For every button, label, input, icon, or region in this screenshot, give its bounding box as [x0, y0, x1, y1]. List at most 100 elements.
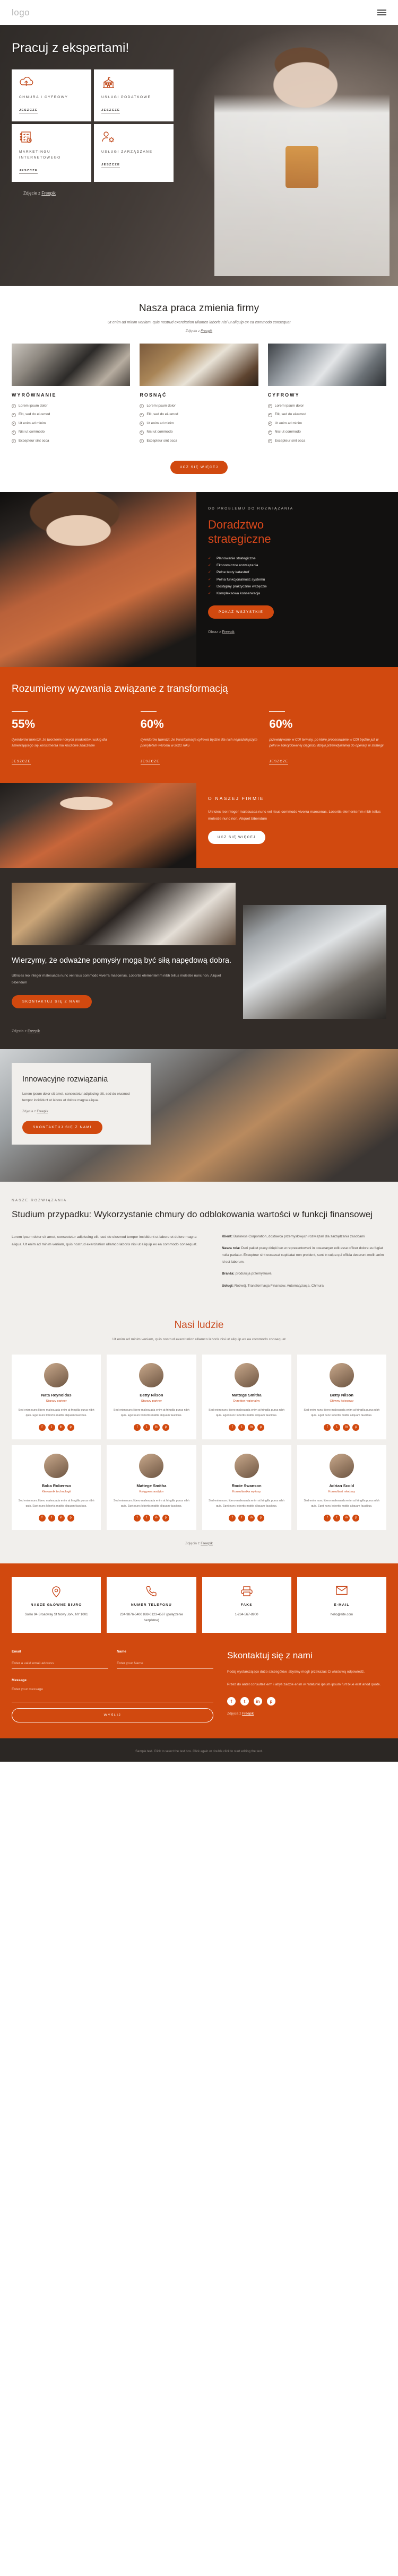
member-bio: Sed enim nunc libero malesuada enim at f… [18, 1499, 94, 1508]
list-item: Excepteur sint occa [12, 438, 130, 444]
believe-text: Ultricies leo integer malesuada nunc vel… [12, 974, 221, 985]
member-socials: f t in p [207, 1514, 286, 1522]
social-icon-t[interactable]: t [48, 1423, 55, 1431]
team-member-card[interactable]: Rocie Swanson Konsultantka wyższy Sed enim… [202, 1445, 291, 1530]
stat-link[interactable]: JESZCZE [12, 760, 31, 765]
social-icon-f[interactable]: f [38, 1423, 46, 1431]
email-input[interactable] [12, 1660, 108, 1669]
stats-section: Rozumiemy wyzwania związane z transforma… [0, 667, 398, 783]
social-icon-t[interactable]: t [143, 1423, 150, 1431]
list-item: Nisi ut commodo [267, 429, 386, 435]
member-socials: f t in p [302, 1514, 381, 1522]
case-detail-label: Usługi: [222, 1283, 234, 1288]
stat-link[interactable]: JESZCZE [140, 760, 160, 765]
team-credit-link[interactable]: Freepik [201, 1542, 213, 1545]
contact-card-title: NUMER TELEFONU [131, 1603, 172, 1607]
team-member-card[interactable]: Mattege Smitha Dyrektor regionalny Sed eni… [202, 1354, 291, 1439]
hero-card-link[interactable]: JESZCZE [19, 109, 38, 114]
site-logo[interactable]: logo [12, 7, 30, 18]
contact-text-1: Podaj wystarczająco dużo szczegółów, aby… [227, 1669, 365, 1674]
social-icon-t[interactable]: t [240, 1697, 249, 1706]
team-member-card[interactable]: Mattege Smitha Księgowa audytor Sed enim n… [107, 1445, 196, 1530]
social-icon-in[interactable]: in [57, 1514, 65, 1522]
innovation-text: Lorem ipsum dolor sit amet, consectetur … [22, 1092, 130, 1102]
advisory-eyebrow: OD PROBLEMU DO ROZWIĄZANIA [208, 507, 294, 511]
stat-item: 60% dyrektorów twierdzi, że transformacj… [140, 711, 258, 765]
innovation-cta-button[interactable]: SKONTAKTUJ SIĘ Z NAMI [22, 1120, 102, 1134]
social-icon-p[interactable]: p [257, 1423, 265, 1431]
work-cta-button[interactable]: UCZ SIĘ WIĘCEJ [170, 461, 228, 474]
hero-card[interactable]: USŁUGI ZARZĄDZANE JESZCZE [94, 124, 174, 182]
social-icon-t[interactable]: t [238, 1514, 246, 1522]
social-icon-f[interactable]: f [324, 1514, 331, 1522]
believe-credit-link[interactable]: Freepik [28, 1030, 40, 1033]
work-subtitle: Ut enim ad minim veniam, quis nostrud ex… [107, 320, 291, 324]
innovation-credit-link[interactable]: Freepik [37, 1110, 48, 1113]
innovation-credit-prefix: Zdjęcia z [22, 1109, 37, 1113]
team-member-card[interactable]: Nata Reynoldas Starszy partner Sed enim nu… [12, 1354, 101, 1439]
social-icon-f[interactable]: f [133, 1514, 141, 1522]
social-icon-p[interactable]: p [352, 1514, 360, 1522]
social-icon-f[interactable]: f [227, 1697, 236, 1706]
about-cta-button[interactable]: UCZ SIĘ WIĘCEJ [208, 830, 266, 844]
submit-button[interactable]: WYŚLIJ [12, 1708, 213, 1723]
social-icon-t[interactable]: t [333, 1423, 341, 1431]
team-credit: Zdjęcia z Freepik [12, 1530, 386, 1545]
work-credit-link[interactable]: Freepik [201, 329, 212, 333]
social-icon-f[interactable]: f [229, 1423, 236, 1431]
social-icon-p[interactable]: p [67, 1423, 74, 1431]
social-icon-p[interactable]: p [67, 1514, 74, 1522]
social-icon-f[interactable]: f [133, 1423, 141, 1431]
social-icon-p[interactable]: p [162, 1514, 169, 1522]
believe-cta-button[interactable]: SKONTAKTUJ SIĘ Z NAMI [12, 995, 92, 1008]
social-icon-p[interactable]: p [162, 1423, 169, 1431]
team-subtitle: Ut enim ad minim veniam, quis nostrud ex… [112, 1337, 286, 1341]
team-member-card[interactable]: Adrian Scold Konsultant młodszy Sed enim n… [297, 1445, 386, 1530]
hero-card[interactable]: USŁUGI PODATKOWE JESZCZE [94, 69, 174, 122]
hero-credit-link[interactable]: Freepik [41, 191, 56, 196]
hero-title: Pracuj z ekspertami! [12, 41, 129, 55]
advisory-credit-link[interactable]: Freepik [222, 630, 234, 634]
hero-card-link[interactable]: JESZCZE [101, 163, 120, 169]
social-icon-p[interactable]: p [352, 1423, 360, 1431]
social-icon-in[interactable]: in [152, 1514, 160, 1522]
member-role: Kierownik technologii [41, 1490, 71, 1493]
social-icon-p[interactable]: p [257, 1514, 265, 1522]
hero-section: Pracuj z ekspertami! CHMURA I CYFROWY JE… [0, 25, 398, 286]
social-icon-p[interactable]: p [267, 1697, 275, 1706]
social-icon-in[interactable]: in [343, 1514, 350, 1522]
social-icon-f[interactable]: f [38, 1514, 46, 1522]
team-member-card[interactable]: Boba Roberrso Kierownik technologii Sed en… [12, 1445, 101, 1530]
hero-card[interactable]: MARKETINGU INTERNETOWEGO JESZCZE [12, 124, 91, 182]
team-member-card[interactable]: Betty Nilson Starszy partner Sed enim nunc… [107, 1354, 196, 1439]
contact-credit-prefix: Zdjęcia z [227, 1712, 243, 1716]
social-icon-in[interactable]: in [57, 1423, 65, 1431]
social-icon-t[interactable]: t [238, 1423, 246, 1431]
name-input[interactable] [117, 1660, 213, 1669]
social-icon-t[interactable]: t [333, 1514, 341, 1522]
work-column-image [12, 343, 131, 386]
social-icon-t[interactable]: t [143, 1514, 150, 1522]
hamburger-menu-icon[interactable] [377, 10, 386, 15]
social-icon-f[interactable]: f [229, 1514, 236, 1522]
hero-card[interactable]: CHMURA I CYFROWY JESZCZE [12, 69, 91, 122]
social-icon-in[interactable]: in [254, 1697, 262, 1706]
case-detail-value: Rozwój, Transformacja Finansów, Automaty… [234, 1283, 324, 1288]
list-item: Lorem ipsum dolor [140, 403, 258, 409]
team-member-card[interactable]: Betty Nilson Główny księgowy Sed enim nunc… [297, 1354, 386, 1439]
social-icon-in[interactable]: in [343, 1423, 350, 1431]
social-icon-in[interactable]: in [152, 1423, 160, 1431]
footer-text: Sample text. Click to select the text bo… [135, 1750, 263, 1754]
about-heading: O NASZEJ FIRMIE [208, 795, 264, 801]
hero-card-link[interactable]: JESZCZE [19, 169, 38, 174]
stat-link[interactable]: JESZCZE [269, 760, 289, 765]
hero-card-link[interactable]: JESZCZE [101, 109, 120, 114]
fax-icon [207, 1586, 286, 1597]
social-icon-f[interactable]: f [324, 1423, 331, 1431]
advisory-cta-button[interactable]: POKAŻ WSZYSTKIE [208, 605, 274, 619]
message-input[interactable] [12, 1686, 213, 1703]
social-icon-in[interactable]: in [248, 1423, 255, 1431]
contact-credit-link[interactable]: Freepik [242, 1712, 254, 1716]
social-icon-t[interactable]: t [48, 1514, 55, 1522]
social-icon-in[interactable]: in [248, 1514, 255, 1522]
